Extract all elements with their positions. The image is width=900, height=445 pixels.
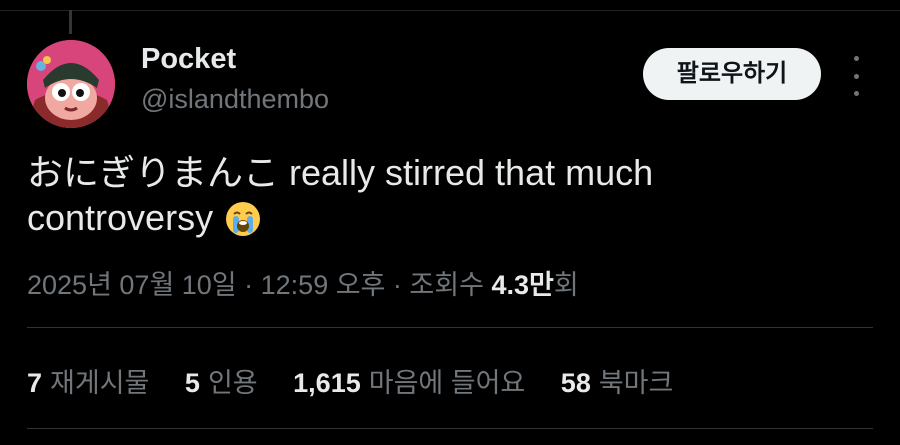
reposts-count: 7	[27, 368, 43, 398]
engagement-stats: 7 재게시물 5 인용 1,615 마음에 들어요 58 북마크	[27, 361, 701, 400]
thread-connector-line	[69, 10, 72, 34]
tweet-text-line-2-words: controversy	[27, 197, 214, 238]
tweet-text: おにぎりまんこ really stirred that much controv…	[27, 150, 807, 247]
avatar[interactable]	[27, 40, 115, 128]
views-count: 4.3만	[491, 270, 554, 300]
likes-count: 1,615	[293, 368, 361, 398]
bookmarks-stat[interactable]: 58 북마크	[561, 361, 674, 400]
tweet-meta: 2025년 07월 10일 · 12:59 오후 · 조회수 4.3만회	[27, 263, 579, 302]
follow-button[interactable]: 팔로우하기	[643, 48, 821, 100]
pink-character-avatar-icon	[27, 40, 115, 128]
views-suffix: 회	[553, 270, 579, 300]
likes-stat[interactable]: 1,615 마음에 들어요	[293, 361, 525, 400]
reposts-stat[interactable]: 7 재게시물	[27, 361, 149, 400]
stats-divider-bottom	[27, 428, 873, 429]
quotes-label: 인용	[207, 368, 258, 398]
author-name[interactable]: Pocket	[141, 43, 236, 76]
quotes-count: 5	[184, 368, 200, 398]
stats-divider-top	[27, 327, 873, 328]
bookmarks-count: 58	[560, 368, 591, 398]
reposts-label: 재게시물	[50, 368, 150, 398]
tweet-datetime[interactable]: 2025년 07월 10일 · 12:59 오후 · 조회수	[27, 270, 484, 300]
quotes-stat[interactable]: 5 인용	[185, 361, 258, 400]
author-handle[interactable]: @islandthembo	[141, 84, 329, 115]
tweet-text-line-2: controversy	[27, 195, 807, 247]
top-divider	[0, 10, 900, 11]
more-dots-icon	[853, 56, 859, 61]
loudly-crying-face-icon	[225, 201, 261, 247]
likes-label: 마음에 들어요	[368, 368, 526, 398]
more-options-button[interactable]	[845, 56, 867, 96]
bookmarks-label: 북마크	[598, 368, 674, 398]
tweet-text-line-1: おにぎりまんこ really stirred that much	[27, 152, 654, 193]
